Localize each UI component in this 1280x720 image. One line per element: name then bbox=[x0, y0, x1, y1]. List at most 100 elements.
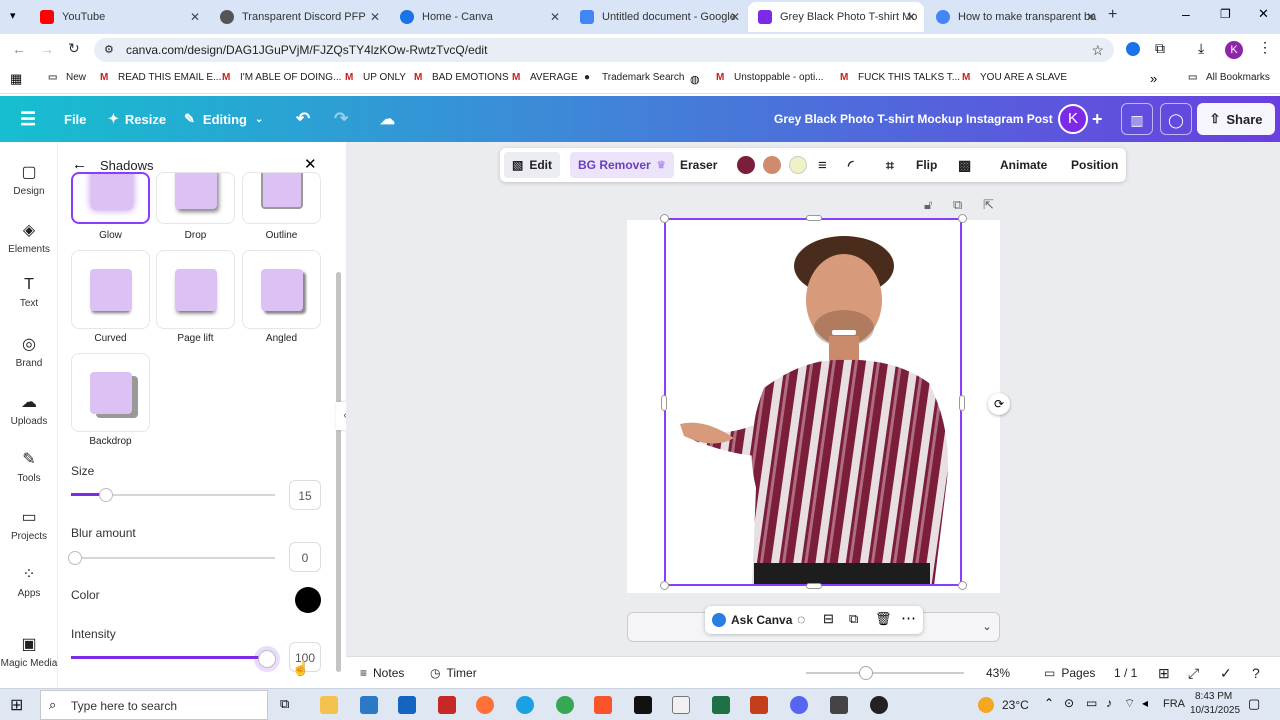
transparency-icon[interactable]: ▩ bbox=[958, 148, 971, 182]
resize-handle[interactable] bbox=[660, 581, 669, 590]
comment-add-icon[interactable]: ◌ bbox=[797, 611, 805, 627]
taskbar-search[interactable]: ⌕ Type here to search bbox=[40, 690, 268, 720]
reload-icon[interactable]: ↻ bbox=[68, 40, 80, 57]
insights-icon[interactable]: ▥ bbox=[1121, 103, 1153, 135]
shadow-curved-card[interactable] bbox=[71, 250, 150, 329]
pages-button[interactable]: ▭ Pages bbox=[1044, 657, 1095, 689]
rail-tools[interactable]: ✎ Tools bbox=[0, 449, 58, 484]
zoom-slider-thumb[interactable] bbox=[859, 666, 874, 680]
size-slider-thumb[interactable] bbox=[98, 488, 113, 502]
zoom-slider-track[interactable] bbox=[806, 672, 964, 674]
close-icon[interactable]: ✕ bbox=[1086, 10, 1096, 24]
color-swatch-2[interactable] bbox=[763, 156, 781, 174]
undo-icon[interactable]: ↶ bbox=[296, 96, 310, 142]
store-icon[interactable] bbox=[398, 696, 416, 714]
help-icon[interactable]: ? bbox=[1252, 657, 1260, 689]
corner-rounding-icon[interactable]: ◜ bbox=[848, 148, 853, 182]
tab-google-search[interactable]: How to make transparent ba ✕ bbox=[926, 2, 1104, 32]
app-icon[interactable] bbox=[360, 696, 378, 714]
zoom-level[interactable]: 43% bbox=[986, 657, 1010, 689]
new-tab-icon[interactable]: + bbox=[1108, 6, 1117, 24]
resize-handle[interactable] bbox=[806, 583, 822, 589]
trash-icon[interactable]: 🗑︎ bbox=[875, 611, 892, 627]
bookmark-item[interactable]: M YOU ARE A SLAVE bbox=[962, 72, 1067, 83]
shadow-angled-card[interactable] bbox=[242, 250, 321, 329]
position-button[interactable]: Position bbox=[1071, 148, 1118, 182]
panel-scrollbar[interactable] bbox=[336, 272, 341, 672]
maximize-icon[interactable]: ❐ bbox=[1220, 7, 1231, 21]
bookmark-item[interactable]: M Unstoppable - opti... bbox=[716, 72, 824, 83]
intensity-slider-thumb[interactable] bbox=[257, 650, 276, 668]
color-swatch[interactable] bbox=[295, 587, 321, 613]
resize-handle[interactable] bbox=[959, 395, 965, 411]
rail-magic-media[interactable]: ▣ Magic Media bbox=[0, 634, 58, 669]
puzzle-icon[interactable]: ⧉ bbox=[1155, 40, 1165, 57]
shadow-outline-card[interactable] bbox=[242, 172, 321, 224]
lock-icon[interactable]: 🔓︎ bbox=[924, 197, 932, 213]
back-icon[interactable]: ← bbox=[12, 41, 26, 57]
rail-uploads[interactable]: ☁ Uploads bbox=[0, 392, 58, 427]
color-swatch-3[interactable] bbox=[789, 156, 807, 174]
close-icon[interactable]: ✕ bbox=[550, 10, 560, 24]
crop-icon[interactable]: ⌗ bbox=[886, 148, 894, 182]
all-bookmarks[interactable]: ▭ All Bookmarks bbox=[1188, 72, 1270, 83]
share-button[interactable]: ⇧ Share bbox=[1197, 103, 1275, 135]
more-options-icon[interactable]: ⋯ bbox=[901, 609, 916, 627]
shadow-drop-card[interactable] bbox=[156, 172, 235, 224]
timer-button[interactable]: ◷ Timer bbox=[430, 657, 477, 689]
close-icon[interactable]: ✕ bbox=[370, 10, 380, 24]
selection-frame[interactable] bbox=[664, 218, 962, 586]
rail-apps[interactable]: ⁘ Apps bbox=[0, 564, 58, 599]
resize-button[interactable]: ✦ Resize bbox=[108, 96, 166, 142]
resize-handle[interactable] bbox=[660, 214, 669, 223]
tray-chevron-icon[interactable]: ⌃ bbox=[1044, 696, 1054, 710]
rail-projects[interactable]: ▭ Projects bbox=[0, 507, 58, 542]
cloud-save-icon[interactable]: ☁ bbox=[380, 96, 395, 142]
notes-button[interactable]: ≡ Notes bbox=[360, 657, 404, 689]
blur-value-input[interactable]: 0 bbox=[289, 542, 321, 572]
duplicate-page-icon[interactable]: ⧉ bbox=[953, 197, 962, 213]
app-icon[interactable] bbox=[672, 696, 690, 714]
user-avatar[interactable]: K bbox=[1058, 104, 1088, 134]
shadow-page-lift-card[interactable] bbox=[156, 250, 235, 329]
edge-icon[interactable] bbox=[516, 696, 534, 714]
minimize-icon[interactable]: – bbox=[1182, 6, 1190, 22]
bookmark-item[interactable]: M BAD EMOTIONS bbox=[414, 72, 509, 83]
redo-icon[interactable]: ↷ bbox=[334, 96, 348, 142]
close-icon[interactable]: ✕ bbox=[730, 10, 740, 24]
file-menu[interactable]: File bbox=[64, 96, 86, 142]
animate-button[interactable]: Animate bbox=[1000, 148, 1047, 182]
bookmark-star-icon[interactable]: ☆ bbox=[1091, 38, 1104, 62]
fullscreen-icon[interactable]: ⤢ bbox=[1188, 657, 1199, 689]
tab-transparent-discord[interactable]: Transparent Discord PFP ✕ bbox=[210, 2, 388, 32]
tab-search-icon[interactable]: ▾ bbox=[10, 9, 16, 22]
profile-avatar[interactable]: K bbox=[1225, 41, 1243, 59]
download-icon[interactable]: ⤓ bbox=[1198, 40, 1204, 57]
tab-canva-home[interactable]: Home - Canva ✕ bbox=[390, 2, 568, 32]
blur-slider-track[interactable] bbox=[71, 557, 275, 559]
window-close-icon[interactable]: ✕ bbox=[1258, 6, 1269, 22]
comment-icon[interactable]: ◯ bbox=[1160, 103, 1192, 135]
site-info-icon[interactable]: ⚙ bbox=[104, 38, 114, 62]
color-swatch-1[interactable] bbox=[737, 156, 755, 174]
globe-icon[interactable]: ◍ bbox=[690, 73, 700, 86]
rail-elements[interactable]: ◈ Elements bbox=[0, 220, 58, 255]
lock-icon[interactable]: ⊟ bbox=[823, 611, 834, 627]
add-page-icon[interactable]: ⇱ bbox=[983, 197, 994, 213]
address-bar[interactable]: ⚙ canva.com/design/DAG1JGuPVjM/FJZQsTY4l… bbox=[94, 38, 1114, 62]
rail-brand[interactable]: ◎ Brand bbox=[0, 334, 58, 369]
design-title[interactable]: Grey Black Photo T-shirt Mockup Instagra… bbox=[774, 96, 1053, 142]
tab-canva-design[interactable]: Grey Black Photo T-shirt Mo ✕ bbox=[748, 2, 924, 32]
microphone-icon[interactable]: ♪ bbox=[1106, 696, 1112, 710]
volume-icon[interactable]: ◂ bbox=[1142, 696, 1148, 710]
tiktok-icon[interactable] bbox=[634, 696, 652, 714]
shadow-glow-card[interactable] bbox=[71, 172, 150, 224]
bookmark-item[interactable]: M AVERAGE bbox=[512, 72, 578, 83]
bookmark-item[interactable]: M FUCK THIS TALKS T... bbox=[840, 72, 960, 83]
bookmark-new[interactable]: ▭ New bbox=[48, 72, 86, 83]
flip-button[interactable]: Flip bbox=[916, 148, 937, 182]
resize-handle[interactable] bbox=[661, 395, 667, 411]
border-style-icon[interactable]: ≡ bbox=[818, 148, 827, 182]
close-icon[interactable]: ✕ bbox=[906, 10, 916, 24]
battery-icon[interactable]: ▭ bbox=[1086, 696, 1097, 710]
